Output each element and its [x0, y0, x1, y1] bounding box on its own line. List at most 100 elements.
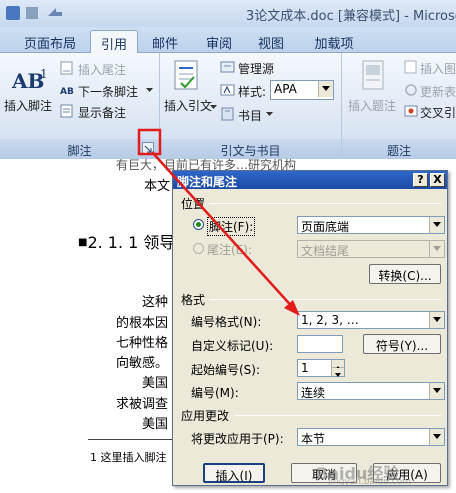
tab-references[interactable]: 引用: [90, 30, 138, 54]
convert-button[interactable]: 转换(C)...: [369, 264, 441, 284]
doc-paragraph-line: 美国: [142, 376, 169, 391]
start-at-label: 起始编号(S):: [191, 363, 261, 377]
footnote-radio[interactable]: [193, 219, 204, 230]
manage-sources-button[interactable]: 管理源: [238, 60, 274, 77]
cross-reference-button[interactable]: 交叉引: [420, 104, 456, 121]
update-table-icon: [405, 84, 417, 96]
footnote-endnote-dialog: 脚注和尾注 ? X 位置 脚注(F): 页面底端 尾注(E): 文档结尾 转换(…: [172, 170, 448, 486]
endnote-position-value: 文档结尾: [301, 244, 350, 258]
help-button[interactable]: ?: [413, 173, 428, 187]
title-bar: 3论文成本.doc [兼容模式] - Microsoft: [0, 0, 456, 27]
watermark-subtext: jingyan.baidu.com: [328, 477, 412, 487]
style-icon: [220, 84, 235, 96]
number-format-value: 1, 2, 3, …: [301, 313, 359, 327]
update-table-button[interactable]: 更新表: [420, 83, 456, 100]
insert-table-figures-icon: [404, 60, 417, 74]
numbering-value: 连续: [301, 386, 326, 400]
custom-mark-label: 自定义标记(U):: [191, 339, 274, 353]
section-divider: [209, 203, 441, 204]
endnote-radio-label[interactable]: 尾注(E):: [207, 241, 252, 258]
quick-access-toolbar[interactable]: [4, 4, 204, 22]
apply-to-label: 将更改应用于(P):: [191, 432, 284, 446]
chevron-down-icon: [429, 312, 444, 328]
insert-citation-dropdown-icon[interactable]: [210, 105, 217, 110]
doc-paragraph-line: 美国: [142, 417, 169, 432]
tab-page-layout[interactable]: 页面布局: [14, 30, 86, 52]
doc-paragraph-line: 的根本因: [116, 316, 169, 331]
footnotes-group: AB 1 插入脚注 插入尾注 AB 下一条脚注 显示备注 脚注: [0, 53, 160, 159]
footnote-separator: [88, 439, 172, 440]
insert-footnote-button[interactable]: 插入脚注: [4, 97, 52, 114]
next-footnote-button[interactable]: 下一条脚注: [78, 83, 138, 100]
bibliography-icon: [221, 107, 234, 121]
section-divider: [235, 415, 441, 416]
footnote-position-select[interactable]: 页面底端: [297, 216, 445, 234]
ribbon-tabs: 页面布局 引用 邮件 审阅 视图 加载项: [0, 27, 456, 54]
next-footnote-icon: AB: [60, 87, 74, 97]
show-notes-button[interactable]: 显示备注: [78, 104, 126, 121]
number-format-label: 编号格式(N):: [191, 315, 262, 329]
tab-view[interactable]: 视图: [248, 30, 294, 52]
doc-heading: ■2. 1. 1 领导: [78, 233, 176, 252]
tab-mailings[interactable]: 邮件: [142, 30, 188, 52]
stepper-down-icon[interactable]: [331, 368, 344, 377]
dialog-launcher-icon: [144, 145, 152, 153]
citations-group: 插入引文 管理源 样式: APA 书目 引文与书目: [160, 53, 342, 159]
insert-caption-button[interactable]: 插入题注: [348, 97, 396, 114]
insert-caption-icon[interactable]: [360, 59, 388, 95]
start-at-value: 1: [301, 361, 309, 375]
format-section-title: 格式: [181, 293, 206, 307]
chevron-down-icon: [429, 383, 444, 399]
insert-button[interactable]: 插入(I): [203, 463, 265, 483]
chevron-down-icon: [429, 241, 444, 257]
doc-footnote: 1 这里插入脚注: [90, 451, 167, 464]
doc-paragraph-line: 这种: [142, 295, 169, 310]
manage-sources-icon: [220, 61, 235, 73]
numbering-label: 编号(M):: [191, 386, 239, 400]
insert-endnote-icon: [60, 61, 73, 75]
cross-reference-icon: [404, 105, 418, 117]
custom-mark-input[interactable]: [297, 335, 343, 353]
svg-text:AB: AB: [60, 87, 74, 97]
insert-footnote-icon[interactable]: AB 1: [12, 67, 48, 95]
insert-endnote-button[interactable]: 插入尾注: [78, 61, 126, 78]
insert-table-figures-button[interactable]: 插入图: [420, 60, 456, 77]
tab-review[interactable]: 审阅: [196, 30, 242, 52]
number-format-select[interactable]: 1, 2, 3, …: [297, 311, 445, 329]
endnote-radio[interactable]: [193, 243, 204, 254]
insert-citation-button[interactable]: 插入引文: [164, 97, 212, 114]
tab-addins[interactable]: 加载项: [304, 30, 364, 52]
next-footnote-dropdown-icon[interactable]: [146, 88, 153, 93]
insert-citation-icon[interactable]: [172, 59, 202, 95]
footnote-position-value: 页面底端: [301, 220, 350, 234]
symbol-button[interactable]: 符号(Y)...: [363, 334, 441, 354]
close-button[interactable]: X: [430, 173, 445, 187]
bibliography-dropdown-icon[interactable]: [266, 112, 273, 117]
captions-group: 插入题注 插入图 更新表 交叉引 题注: [342, 53, 456, 159]
doc-paragraph-line: 求被调查: [116, 397, 169, 412]
start-at-stepper[interactable]: 1: [297, 359, 345, 377]
footnote-dialog-launcher[interactable]: [142, 142, 154, 154]
section-divider: [209, 299, 441, 300]
apply-changes-section-title: 应用更改: [181, 409, 230, 423]
location-section-title: 位置: [181, 197, 206, 211]
bibliography-button[interactable]: 书目: [238, 107, 262, 124]
ribbon: AB 1 插入脚注 插入尾注 AB 下一条脚注 显示备注 脚注 插入引文 管理源…: [0, 53, 456, 159]
chevron-down-icon: [318, 81, 333, 97]
window-title: 3论文成本.doc [兼容模式] - Microsoft: [246, 9, 456, 24]
doc-line: 本文: [144, 179, 171, 194]
captions-group-label: 题注: [342, 139, 456, 159]
stepper-up-icon[interactable]: [331, 360, 344, 370]
dialog-title: 脚注和尾注: [173, 171, 447, 189]
apply-to-value: 本节: [301, 432, 326, 446]
style-label: 样式:: [238, 85, 267, 99]
apply-to-select[interactable]: 本节: [297, 428, 445, 446]
footnote-radio-label[interactable]: 脚注(F):: [207, 217, 256, 236]
numbering-select[interactable]: 连续: [297, 382, 445, 400]
doc-paragraph-line: 向敏感。: [116, 356, 169, 371]
citation-style-select[interactable]: APA: [270, 80, 334, 100]
endnote-position-select[interactable]: 文档结尾: [297, 240, 445, 258]
citation-style-value: APA: [274, 82, 297, 96]
show-notes-icon: [60, 104, 73, 118]
chevron-down-icon: [429, 217, 444, 233]
